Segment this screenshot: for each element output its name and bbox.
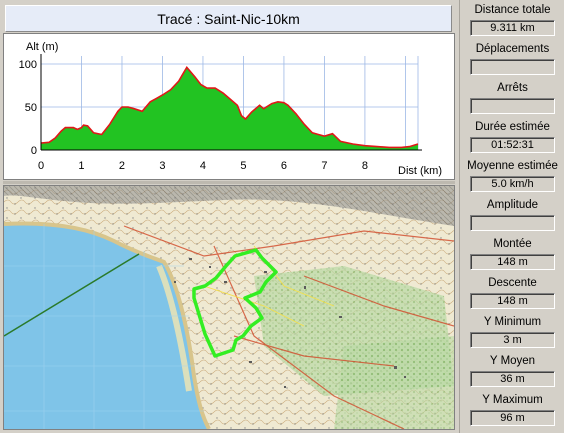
stat-label: Y Minimum [483,316,542,328]
stat-item: Distance totale 9.311 km [460,2,564,36]
x-tick-label: 4 [200,160,206,172]
y-tick-label: 50 [25,102,37,114]
stat-label: Distance totale [474,4,551,16]
stat-item: Amplitude [460,197,564,231]
stat-value-field [470,215,555,231]
track-viewer-window: Tracé : Saint-Nic-10km Alt (m) Dist (km)… [0,0,564,433]
stat-label: Déplacements [475,43,550,55]
x-tick-label: 8 [362,160,368,172]
stat-item: Y Minimum 3 m [460,314,564,348]
x-axis-label: Dist (km) [398,165,442,177]
stat-label: Durée estimée [475,121,550,133]
stats-sidebar: Distance totale 9.311 km Déplacements Arrêt… [459,0,564,433]
panel-splitter[interactable] [3,181,455,184]
x-tick-label: 2 [119,160,125,172]
stat-value-field: 148 m [470,254,555,270]
stat-label: Moyenne estimée [467,160,558,172]
stat-value-field: 3 m [470,332,555,348]
elevation-chart: Alt (m) Dist (km) 0 1 2 3 4 5 6 7 8 100 50 0 [19,41,442,177]
y-axis-label: Alt (m) [26,41,58,53]
stat-value-field [470,98,555,114]
stat-value-field: 148 m [470,293,555,309]
stat-value-field: 9.311 km [470,20,555,36]
elevation-area [41,67,418,150]
stat-item: Descente 148 m [460,275,564,309]
y-tick-label: 0 [31,145,37,157]
stat-label: Arrêts [497,82,528,94]
stat-label: Montée [493,238,532,250]
stat-label: Amplitude [486,199,539,211]
stat-value-field: 5.0 km/h [470,176,555,192]
x-tick-label: 6 [281,160,287,172]
stat-item: Y Maximum 96 m [460,392,564,426]
stat-label: Descente [488,277,537,289]
elevation-profile-panel[interactable]: Alt (m) Dist (km) 0 1 2 3 4 5 6 7 8 100 50 0 [3,33,455,180]
x-tick-label: 7 [321,160,327,172]
stat-value-field [470,59,555,75]
stat-label: Y Moyen [489,355,536,367]
track-title: Tracé : Saint-Nic-10km [5,5,452,32]
stat-value-field: 96 m [470,410,555,426]
y-tick-label: 100 [19,59,37,71]
x-tick-label: 1 [78,160,84,172]
stat-value-field: 01:52:31 [470,137,555,153]
topo-map [4,186,454,429]
map-panel[interactable] [3,185,455,430]
stat-value-field: 36 m [470,371,555,387]
x-tick-label: 0 [38,160,44,172]
stat-item: Montée 148 m [460,236,564,270]
stat-item: Moyenne estimée 5.0 km/h [460,158,564,192]
stat-label: Y Maximum [482,394,543,406]
stat-item: Durée estimée 01:52:31 [460,119,564,153]
track-title-text: Tracé : Saint-Nic-10km [157,10,300,27]
stat-item: Déplacements [460,41,564,75]
stat-item: Arrêts [460,80,564,114]
stat-item: Y Moyen 36 m [460,353,564,387]
x-tick-label: 5 [240,160,246,172]
x-tick-label: 3 [159,160,165,172]
forest-area [334,336,454,429]
